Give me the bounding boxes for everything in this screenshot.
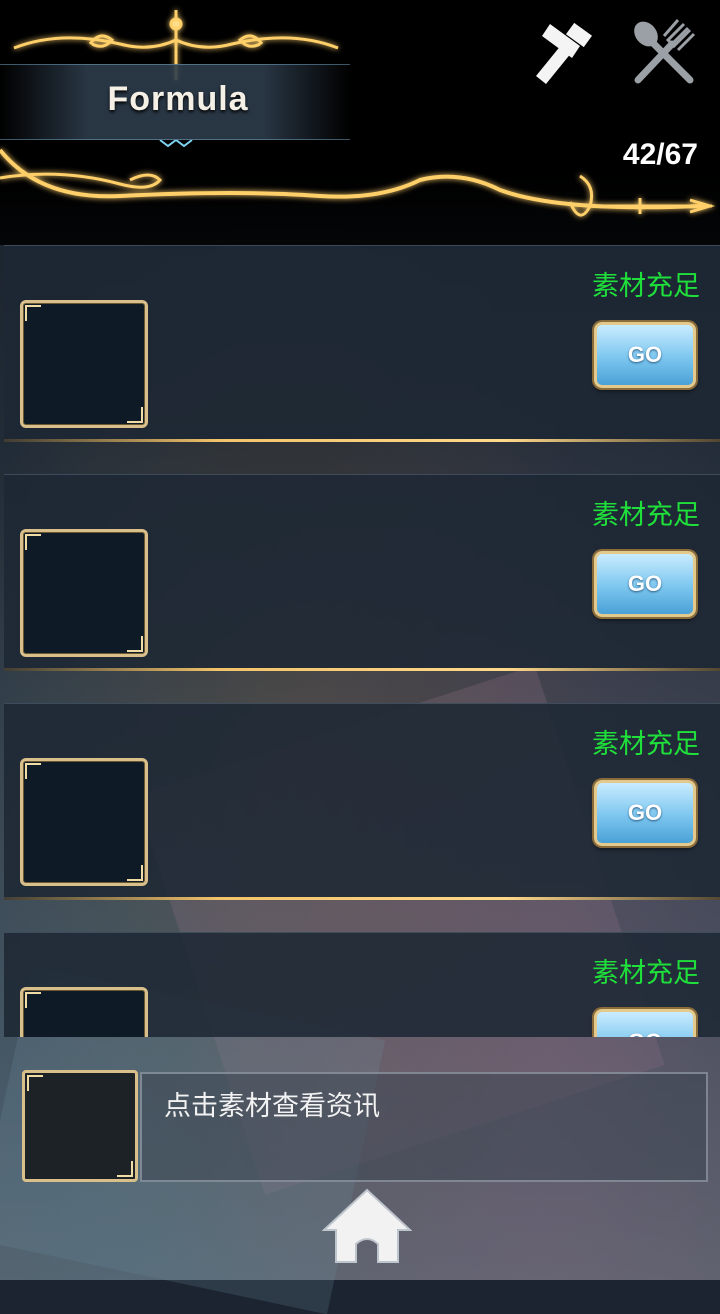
recipe-list[interactable]: 素材充足 GO 素材充足 GO 素材充足 GO 素材充足 GO — [0, 245, 720, 1037]
item-slot[interactable] — [20, 758, 148, 886]
home-icon[interactable] — [322, 1186, 412, 1266]
recipe-card: 素材充足 GO — [4, 245, 720, 442]
item-slot[interactable] — [20, 300, 148, 428]
recipe-card: 素材充足 GO — [4, 703, 720, 900]
material-status: 素材充足 — [592, 958, 700, 988]
info-panel: 点击素材查看资讯 — [140, 1072, 708, 1182]
hammer-icon[interactable] — [528, 18, 600, 86]
go-button[interactable]: GO — [594, 1009, 696, 1037]
recipe-card: 素材充足 GO — [4, 932, 720, 1037]
item-slot[interactable] — [20, 529, 148, 657]
fork-spoon-icon[interactable] — [628, 18, 700, 86]
material-status: 素材充足 — [592, 271, 700, 301]
gold-divider — [4, 668, 720, 671]
go-button[interactable]: GO — [594, 780, 696, 846]
recipe-counter: 42/67 — [622, 138, 698, 171]
material-status: 素材充足 — [592, 500, 700, 530]
go-button[interactable]: GO — [594, 551, 696, 617]
header: Formula 42/67 — [0, 0, 720, 245]
item-slot[interactable] — [20, 987, 148, 1037]
recipe-card: 素材充足 GO — [4, 474, 720, 671]
material-status: 素材充足 — [592, 729, 700, 759]
info-hint: 点击素材查看资讯 — [164, 1091, 380, 1121]
gold-divider — [4, 439, 720, 442]
go-button[interactable]: GO — [594, 322, 696, 388]
page-title: Formula — [107, 80, 249, 118]
selected-material-slot[interactable] — [22, 1070, 138, 1182]
gold-divider — [4, 897, 720, 900]
